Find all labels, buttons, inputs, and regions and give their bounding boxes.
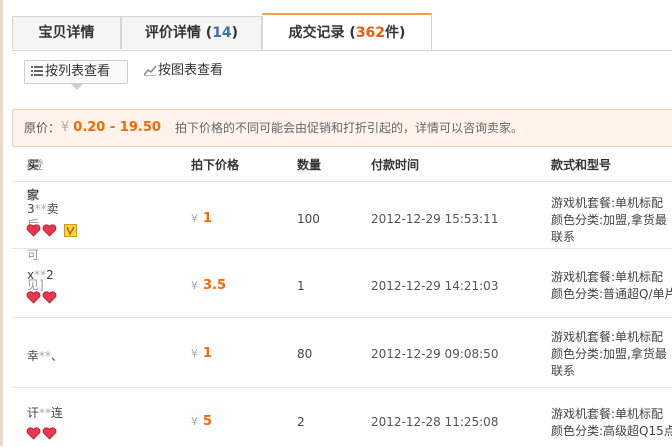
quantity: 100 xyxy=(297,212,320,226)
deal-price-currency: ¥ xyxy=(191,279,198,292)
buyer-name-head: 幸 xyxy=(27,349,40,363)
pay-time: 2012-12-28 11:25:08 xyxy=(371,415,499,429)
spec-line: 颜色分类:加盟,拿货最 xyxy=(551,347,667,361)
spec-line: 游戏机套餐:单机标配 xyxy=(551,196,664,210)
vip-badge-icon xyxy=(64,224,77,237)
price-currency: ¥ xyxy=(61,120,70,135)
spec-line: 联系 xyxy=(551,364,576,378)
view-as-list-button[interactable]: 按列表查看 xyxy=(24,60,128,84)
buyer-name: 幸**、 xyxy=(27,347,63,364)
buyer-name-tail: 连 xyxy=(51,406,64,420)
buyer-name-mask: ** xyxy=(39,406,52,420)
table-row: 3**卖 ¥1 100 2012-12-29 15:53:11 游戏机套餐:单机… xyxy=(12,181,672,248)
left-edge-strip xyxy=(0,0,3,446)
list-icon xyxy=(31,66,43,76)
deal-price: ¥3.5 xyxy=(191,278,226,293)
tab-reviews-count: 14 xyxy=(212,25,232,41)
spec-info: 游戏机套餐:单机标配 颜色分类:加盟,拿货最 联系 xyxy=(551,329,672,380)
buyer-name: x**2 xyxy=(27,268,54,282)
tab-records-suffix: 件 xyxy=(385,25,400,41)
tab-reviews[interactable]: 评价详情 (14) xyxy=(121,16,262,49)
heart-icon xyxy=(26,427,41,440)
heart-icon xyxy=(26,291,41,304)
header-price: 拍下价格 xyxy=(191,158,240,172)
tab-bar: 宝贝详情 评价详情 (14) 成交记录 (362件) xyxy=(12,13,672,51)
active-view-pointer xyxy=(71,84,83,90)
table-row: 幸**、 ¥1 80 2012-12-29 09:08:50 游戏机套餐:单机标… xyxy=(12,317,672,387)
buyer-name-tail: 卖 xyxy=(46,202,59,216)
buyer-name-mask: ** xyxy=(34,268,47,282)
deal-price-value: 3.5 xyxy=(203,278,227,293)
tab-records-label: 成交记录 xyxy=(288,25,345,41)
spec-line: 游戏机套餐:单机标配 xyxy=(551,330,664,344)
spec-info: 游戏机套餐:单机标配 颜色分类:加盟,拿货最 联系 xyxy=(551,195,672,246)
deal-price-currency: ¥ xyxy=(191,347,198,360)
spec-line: 游戏机套餐:单机标配 xyxy=(551,270,664,284)
spec-info: 游戏机套餐:单机标配 颜色分类:高级超Q15点 xyxy=(551,406,672,440)
spec-line: 颜色分类:加盟,拿货最 xyxy=(551,213,667,227)
buyer-name: 讦**连 xyxy=(27,404,63,421)
tab-records-count: 362 xyxy=(355,25,386,41)
pay-time: 2012-12-29 14:21:03 xyxy=(371,279,499,293)
buyer-credit-hearts xyxy=(26,291,58,305)
spec-line: 游戏机套餐:单机标配 xyxy=(551,407,664,421)
spec-line: 颜色分类:普通超Q/单片 xyxy=(551,287,672,301)
buyer-name-mask: ** xyxy=(39,349,52,363)
spec-line: 颜色分类:高级超Q15点 xyxy=(551,424,672,438)
header-spec: 款式和型号 xyxy=(551,158,612,172)
table-header: 买家 [登录后可见] 拍下价格 数量 付款时间 款式和型号 xyxy=(12,150,672,292)
quantity: 2 xyxy=(297,415,305,429)
original-price-label: 原价： xyxy=(24,121,61,135)
view-as-chart-label: 按图表查看 xyxy=(158,63,224,78)
deal-price-value: 1 xyxy=(203,211,213,226)
buyer-name-mask: ** xyxy=(34,202,47,216)
spec-line: 联系 xyxy=(551,230,576,244)
view-as-chart-button[interactable]: 按图表查看 xyxy=(138,60,228,82)
deal-price-value: 5 xyxy=(203,414,213,429)
original-price-range: ¥0.20 - 19.50 xyxy=(61,110,161,146)
tab-item-details[interactable]: 宝贝详情 xyxy=(12,16,121,49)
header-quantity: 数量 xyxy=(297,158,322,172)
deal-price: ¥5 xyxy=(191,414,212,429)
pay-time: 2012-12-29 15:53:11 xyxy=(371,212,499,226)
buyer-name-tail: 2 xyxy=(46,268,54,282)
tab-records-paren-close: ) xyxy=(399,25,406,41)
tab-details-label: 宝贝详情 xyxy=(38,25,95,41)
table-row: 讦**连 ¥5 2 2012-12-28 11:25:08 游戏机套餐:单机标配… xyxy=(12,387,672,447)
buyer-credit-hearts xyxy=(26,427,58,441)
pay-time: 2012-12-29 09:08:50 xyxy=(371,347,499,361)
deal-price-value: 1 xyxy=(203,346,213,361)
heart-icon xyxy=(26,224,41,237)
spec-info: 游戏机套餐:单机标配 颜色分类:普通超Q/单片 xyxy=(551,269,672,303)
price-range-value: 0.20 - 19.50 xyxy=(73,120,161,135)
line-chart-icon xyxy=(144,65,156,76)
buyer-name-tail: 、 xyxy=(51,349,64,363)
buyer-name: 3**卖 xyxy=(27,200,59,217)
original-price-bar: 原价： ¥0.20 - 19.50 拍下价格的不同可能会由促销和打折引起的，详情… xyxy=(12,109,672,147)
heart-icon xyxy=(42,224,57,237)
buyer-name-head: 3 xyxy=(27,202,35,216)
buyer-name-head: 讦 xyxy=(27,406,40,420)
tab-reviews-label: 评价详情 xyxy=(144,25,201,41)
quantity: 80 xyxy=(297,347,313,361)
deal-price-currency: ¥ xyxy=(191,212,198,225)
tab-transaction-records[interactable]: 成交记录 (362件) xyxy=(262,13,432,50)
header-pay-time: 付款时间 xyxy=(371,158,420,172)
heart-icon xyxy=(42,291,57,304)
tab-reviews-paren-close: ) xyxy=(231,25,239,41)
deal-price-currency: ¥ xyxy=(191,415,198,428)
heart-icon xyxy=(42,427,57,440)
buyer-credit-hearts xyxy=(26,224,77,238)
deal-price: ¥1 xyxy=(191,211,212,226)
deal-price: ¥1 xyxy=(191,346,212,361)
price-note: 拍下价格的不同可能会由促销和打折引起的，详情可以咨询卖家。 xyxy=(175,121,524,135)
quantity: 1 xyxy=(297,279,305,293)
table-row: x**2 ¥3.5 1 2012-12-29 14:21:03 游戏机套餐:单机… xyxy=(12,248,672,317)
view-as-list-label: 按列表查看 xyxy=(45,64,111,79)
